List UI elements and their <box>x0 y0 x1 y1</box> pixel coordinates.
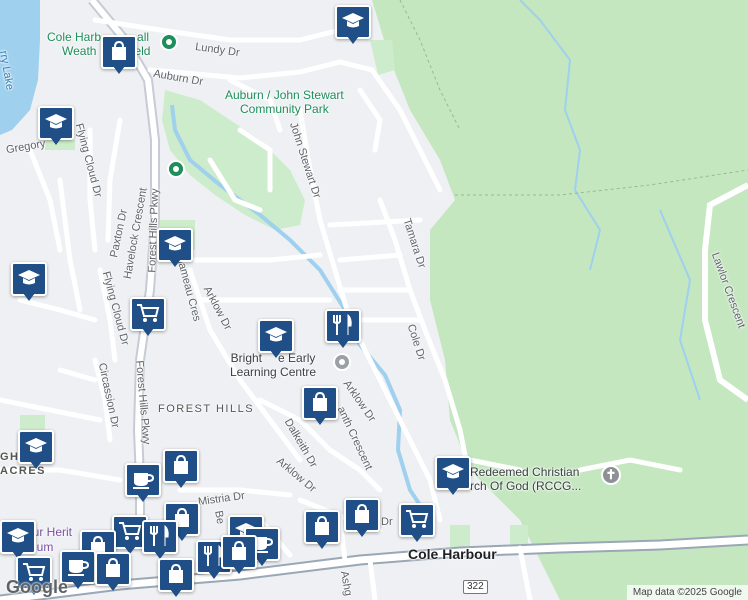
forest-hills-label: FOREST HILLS <box>158 403 255 415</box>
map-attribution[interactable]: Map data ©2025 Google <box>626 585 748 600</box>
gh-label: GH <box>0 451 20 463</box>
dr-small-label: Dr <box>381 516 393 528</box>
shopping-bag-icon[interactable] <box>302 386 338 428</box>
church-icon[interactable]: ✝ <box>601 465 621 485</box>
restaurant-icon[interactable] <box>325 309 361 351</box>
school-icon[interactable] <box>335 5 371 47</box>
cole-harbour-label: Cole Harbour <box>408 546 497 562</box>
map-canvas[interactable]: Cole Harb all Weath eld Lundy Dr Auburn Dr… <box>0 0 748 600</box>
park-marker[interactable] <box>167 160 185 178</box>
shopping-cart-icon[interactable] <box>399 503 435 545</box>
be-label: Be <box>212 509 227 526</box>
school-icon[interactable] <box>435 456 471 498</box>
shopping-bag-icon[interactable] <box>344 498 380 540</box>
google-logo: Google <box>6 577 68 597</box>
cafe-icon[interactable] <box>125 463 161 505</box>
route-shield: 322 <box>463 580 488 594</box>
shopping-bag-icon[interactable] <box>158 558 194 600</box>
shopping-cart-icon[interactable] <box>130 297 166 339</box>
school-icon[interactable] <box>38 106 74 148</box>
shopping-bag-icon[interactable] <box>163 449 199 491</box>
redeemed-church-label: Redeemed Christian rch Of God (RCCG... <box>470 465 582 493</box>
shopping-bag-icon[interactable] <box>95 552 131 594</box>
school-icon[interactable] <box>11 262 47 304</box>
park-marker[interactable] <box>160 33 178 51</box>
place-marker[interactable] <box>333 353 351 371</box>
school-icon[interactable] <box>157 228 193 270</box>
school-icon[interactable] <box>18 430 54 472</box>
school-icon[interactable] <box>258 319 294 361</box>
shopping-bag-icon[interactable] <box>101 35 137 77</box>
shopping-bag-icon[interactable] <box>304 510 340 552</box>
community-park-label: Auburn / John Stewart Community Park <box>225 88 344 116</box>
shopping-bag-icon[interactable] <box>221 535 257 577</box>
restaurant-icon[interactable] <box>142 520 178 562</box>
